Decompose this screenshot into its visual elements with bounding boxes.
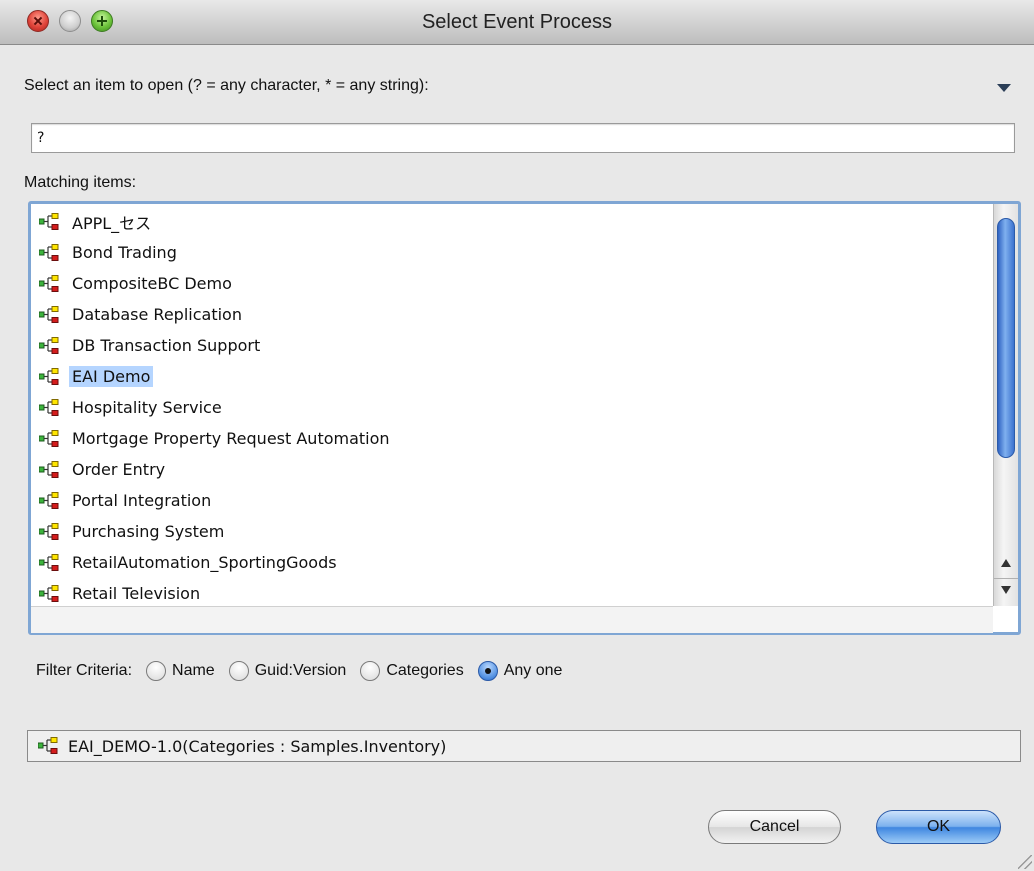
view-menu-icon[interactable]	[997, 84, 1011, 92]
cancel-button[interactable]: Cancel	[708, 810, 841, 844]
radio-button[interactable]	[146, 661, 167, 681]
process-icon	[38, 491, 61, 510]
list-item[interactable]: DB Transaction Support	[31, 330, 993, 361]
process-icon	[38, 522, 61, 541]
list-item[interactable]: Retail Television	[31, 578, 993, 606]
process-icon	[38, 305, 61, 324]
list-item-label: Database Replication	[72, 305, 242, 324]
list-item[interactable]: CompositeBC Demo	[31, 268, 993, 299]
process-icon	[38, 460, 61, 479]
process-icon	[38, 584, 61, 603]
list-item[interactable]: Purchasing System	[31, 516, 993, 547]
list-item-label: Bond Trading	[72, 243, 177, 262]
list-item-label: DB Transaction Support	[72, 336, 261, 355]
ok-button[interactable]: OK	[876, 810, 1001, 844]
list-item-label: RetailAutomation_SportingGoods	[72, 553, 337, 572]
filter-option[interactable]: Any one	[477, 661, 563, 681]
process-icon	[38, 274, 61, 293]
resize-grip-icon[interactable]	[1018, 855, 1032, 869]
process-icon	[38, 243, 61, 262]
scroll-down-arrow-icon[interactable]	[1001, 586, 1011, 594]
radio-button[interactable]	[228, 661, 249, 681]
list-item[interactable]: Hospitality Service	[31, 392, 993, 423]
list-item-label: CompositeBC Demo	[72, 274, 232, 293]
list-item-label: Portal Integration	[72, 491, 212, 510]
radio-button[interactable]	[360, 661, 381, 681]
list-item-label: EAI Demo	[69, 366, 154, 387]
list-item[interactable]: RetailAutomation_SportingGoods	[31, 547, 993, 578]
list-item-label: Order Entry	[72, 460, 166, 479]
filter-criteria: Filter Criteria: Name Guid:Version Categor…	[36, 658, 576, 684]
filter-option-label: Any one	[503, 662, 563, 679]
scroll-up-arrow-icon[interactable]	[1001, 559, 1011, 567]
prompt-label: Select an item to open (? = any characte…	[24, 77, 429, 94]
process-icon	[38, 398, 61, 417]
process-icon	[38, 429, 61, 448]
matching-items-list[interactable]: APPL_セス Bond Trading CompositeBC Demo Datab…	[28, 201, 1021, 635]
dialog-window: Select Event Process Select an item to o…	[0, 0, 1034, 871]
list-item[interactable]: APPL_セス	[31, 206, 993, 237]
filter-option[interactable]: Categories	[360, 661, 464, 681]
process-icon	[37, 737, 60, 755]
list-item-label: Hospitality Service	[72, 398, 222, 417]
list-item-label: APPL_セス	[72, 213, 152, 233]
list-item[interactable]: EAI Demo	[31, 361, 993, 392]
filter-option-label: Categories	[386, 662, 464, 679]
process-icon	[38, 336, 61, 355]
pattern-input[interactable]	[31, 123, 1015, 153]
list-item-label: Purchasing System	[72, 522, 225, 541]
list-item[interactable]: Order Entry	[31, 454, 993, 485]
scrollbar-thumb[interactable]	[997, 218, 1015, 458]
process-icon	[38, 367, 61, 386]
filter-option[interactable]: Guid:Version	[228, 661, 347, 681]
process-icon	[38, 212, 61, 231]
list-item[interactable]: Mortgage Property Request Automation	[31, 423, 993, 454]
list-viewport: APPL_セス Bond Trading CompositeBC Demo Datab…	[31, 204, 993, 606]
list-item-label: Mortgage Property Request Automation	[72, 429, 390, 448]
selected-item-details: EAI_DEMO-1.0(Categories : Samples.Invent…	[27, 730, 1021, 762]
title-bar[interactable]: Select Event Process	[0, 0, 1034, 45]
list-footer-strip	[31, 606, 993, 633]
list-item[interactable]: Bond Trading	[31, 237, 993, 268]
filter-option-label: Guid:Version	[254, 662, 347, 679]
filter-criteria-label: Filter Criteria:	[36, 662, 133, 679]
selected-item-text: EAI_DEMO-1.0(Categories : Samples.Invent…	[68, 736, 447, 756]
matching-items-label: Matching items:	[24, 174, 137, 191]
scrollbar-separator	[994, 578, 1018, 579]
list-item-label: Retail Television	[72, 584, 201, 603]
window-title: Select Event Process	[421, 11, 613, 33]
list-item[interactable]: Portal Integration	[31, 485, 993, 516]
process-icon	[38, 553, 61, 572]
vertical-scrollbar[interactable]	[993, 204, 1018, 606]
radio-button[interactable]	[477, 661, 498, 681]
list-item[interactable]: Database Replication	[31, 299, 993, 330]
filter-option[interactable]: Name	[146, 661, 215, 681]
filter-option-label: Name	[172, 662, 215, 679]
